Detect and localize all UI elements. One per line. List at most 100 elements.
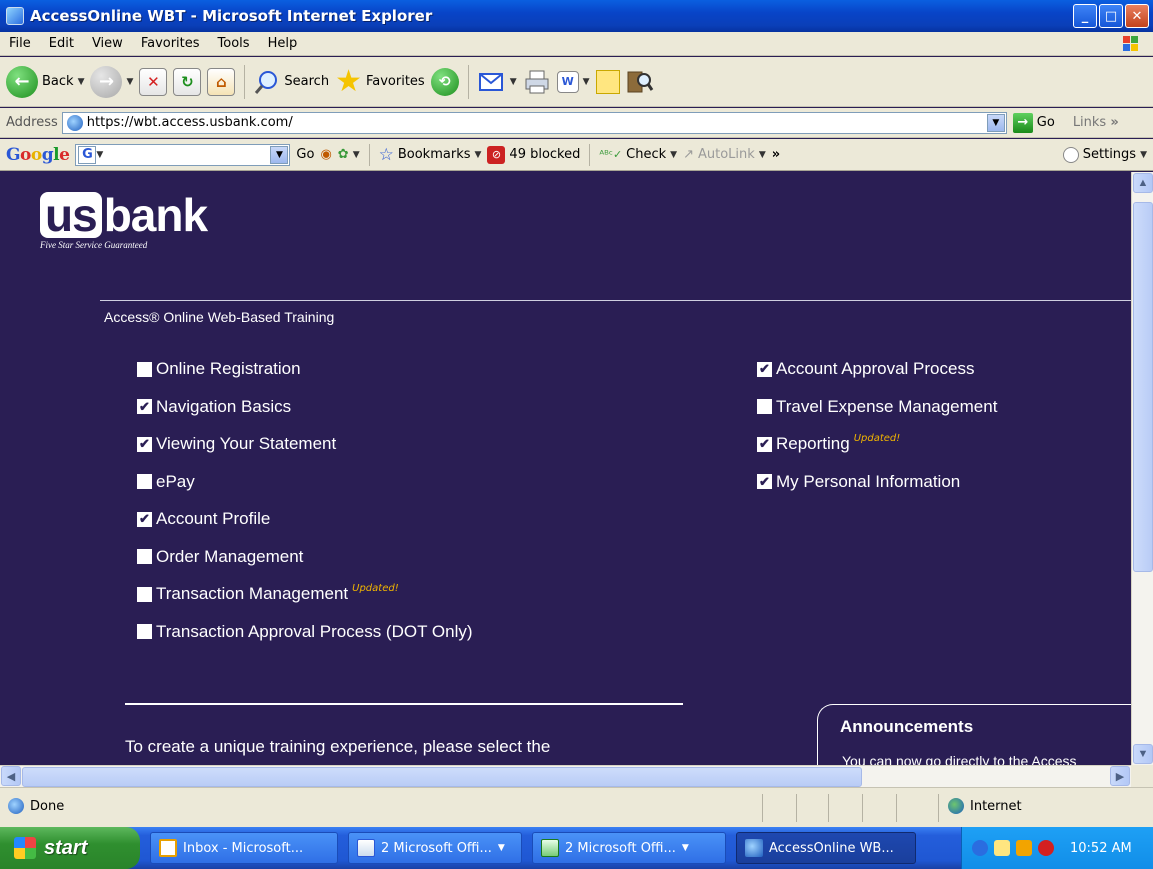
address-input[interactable]: https://wbt.access.usbank.com/ ▼ bbox=[61, 111, 1007, 134]
start-button[interactable]: start bbox=[0, 827, 140, 869]
module-item[interactable]: Order Management bbox=[137, 547, 303, 567]
module-item[interactable]: Online Registration bbox=[137, 359, 301, 379]
research-icon[interactable] bbox=[626, 68, 654, 96]
address-bar: Address https://wbt.access.usbank.com/ ▼… bbox=[0, 108, 1153, 138]
ie-page-icon bbox=[66, 114, 83, 131]
autolink-button[interactable]: ↗ AutoLink ▼ bbox=[683, 147, 766, 162]
tray-reminder-icon[interactable] bbox=[1016, 840, 1032, 856]
task-label: 2 Microsoft Offi... bbox=[381, 840, 492, 856]
checkbox-unchecked[interactable] bbox=[137, 586, 152, 602]
module-item[interactable]: ✔ Navigation Basics bbox=[137, 397, 291, 417]
checkbox-checked[interactable]: ✔ bbox=[137, 399, 152, 414]
bookmarks-button[interactable]: ☆ Bookmarks ▼ bbox=[379, 145, 482, 165]
mail-button[interactable]: ▼ bbox=[478, 70, 517, 94]
window-title-bar[interactable]: AccessOnline WBT - Microsoft Internet Ex… bbox=[0, 0, 1153, 32]
security-zone[interactable]: Internet bbox=[948, 798, 1022, 814]
popup-options-button[interactable]: ✿ ▼ bbox=[338, 147, 360, 162]
taskbar-item-ie[interactable]: AccessOnline WB... bbox=[736, 832, 916, 864]
module-label[interactable]: My Personal Information bbox=[776, 472, 960, 492]
checkbox-unchecked[interactable] bbox=[137, 549, 152, 564]
checkbox-checked[interactable]: ✔ bbox=[757, 361, 772, 377]
module-item[interactable]: Transaction Approval Process (DOT Only) bbox=[137, 622, 473, 642]
settings-button[interactable]: Settings ▼ bbox=[1062, 146, 1147, 163]
menu-file[interactable]: File bbox=[0, 36, 40, 51]
tray-mail-icon[interactable] bbox=[994, 840, 1010, 856]
chevron-right-icon[interactable]: » bbox=[772, 147, 780, 162]
checkbox-checked[interactable]: ✔ bbox=[137, 436, 152, 452]
module-label[interactable]: Reporting bbox=[776, 434, 850, 454]
print-icon[interactable] bbox=[523, 68, 551, 96]
checkbox-checked[interactable]: ✔ bbox=[757, 436, 772, 452]
module-label[interactable]: Navigation Basics bbox=[156, 397, 291, 417]
chevron-down-icon[interactable]: ▼ bbox=[986, 113, 1005, 132]
module-label[interactable]: Order Management bbox=[156, 547, 303, 567]
checkbox-checked[interactable]: ✔ bbox=[137, 511, 152, 527]
spellcheck-button[interactable]: ᴬᴮᶜ✓ Check ▼ bbox=[599, 147, 677, 162]
module-label[interactable]: Transaction Approval Process (DOT Only) bbox=[156, 622, 473, 642]
scroll-down-arrow-icon[interactable]: ▼ bbox=[1133, 744, 1153, 764]
menu-favorites[interactable]: Favorites bbox=[132, 36, 209, 51]
scroll-left-arrow-icon[interactable]: ◀ bbox=[1, 766, 21, 786]
module-label[interactable]: Transaction Management bbox=[156, 584, 348, 604]
chevron-down-icon[interactable]: ▼ bbox=[270, 145, 289, 164]
news-icon[interactable]: ◉ bbox=[320, 147, 331, 162]
google-search-input[interactable]: G ▼ ▼ bbox=[75, 143, 291, 166]
links-button[interactable]: Links » bbox=[1073, 115, 1119, 130]
edit-button[interactable]: W ▼ bbox=[556, 70, 590, 93]
menu-help[interactable]: Help bbox=[259, 36, 307, 51]
module-item[interactable]: ✔ Account Approval Process bbox=[757, 359, 974, 379]
tray-expand-icon[interactable] bbox=[972, 840, 988, 856]
google-go-button[interactable]: Go bbox=[296, 147, 314, 162]
scroll-right-arrow-icon[interactable]: ▶ bbox=[1110, 766, 1130, 786]
checkbox-unchecked[interactable] bbox=[137, 474, 152, 489]
checkbox-unchecked[interactable] bbox=[137, 361, 152, 377]
module-label[interactable]: Account Profile bbox=[156, 509, 270, 529]
favorites-button[interactable]: ★ Favorites bbox=[335, 66, 425, 97]
module-item[interactable]: Transaction Management Updated! bbox=[137, 583, 399, 604]
back-button[interactable]: ← Back ▼ bbox=[6, 65, 84, 98]
taskbar-item-outlook[interactable]: Inbox - Microsoft... bbox=[150, 832, 338, 864]
taskbar: start Inbox - Microsoft... 2 Microsoft O… bbox=[0, 827, 1153, 869]
home-icon[interactable]: ⌂ bbox=[207, 67, 236, 96]
vertical-scrollbar[interactable]: ▲ ▼ bbox=[1131, 172, 1153, 765]
menu-view[interactable]: View bbox=[83, 36, 132, 51]
go-button[interactable]: → Go bbox=[1012, 112, 1055, 133]
module-item[interactable]: ✔ Viewing Your Statement bbox=[137, 434, 336, 454]
taskbar-item-word[interactable]: 2 Microsoft Offi... ▼ bbox=[348, 832, 522, 864]
module-item[interactable]: ✔ Reporting Updated! bbox=[757, 433, 900, 454]
tray-alert-icon[interactable] bbox=[1038, 840, 1054, 856]
module-item[interactable]: ✔ Account Profile bbox=[137, 509, 270, 529]
checkbox-checked[interactable]: ✔ bbox=[757, 474, 772, 489]
note-icon[interactable] bbox=[595, 69, 620, 94]
module-label[interactable]: ePay bbox=[156, 472, 195, 492]
module-label[interactable]: Account Approval Process bbox=[776, 359, 974, 379]
stop-icon[interactable]: ✕ bbox=[139, 67, 168, 96]
menu-tools[interactable]: Tools bbox=[209, 36, 259, 51]
horizontal-scroll-thumb[interactable] bbox=[22, 767, 862, 787]
chevron-down-icon: ▼ bbox=[474, 149, 482, 160]
scroll-up-arrow-icon[interactable]: ▲ bbox=[1133, 173, 1153, 193]
module-label[interactable]: Travel Expense Management bbox=[776, 397, 997, 417]
search-button[interactable]: Search bbox=[254, 69, 329, 95]
close-button[interactable]: ✕ bbox=[1125, 4, 1149, 28]
module-item[interactable]: ePay bbox=[137, 472, 195, 492]
forward-button[interactable]: → ▼ bbox=[90, 65, 134, 98]
checkbox-unchecked[interactable] bbox=[757, 399, 772, 414]
module-label[interactable]: Online Registration bbox=[156, 359, 301, 379]
module-label[interactable]: Viewing Your Statement bbox=[156, 434, 336, 454]
popup-blocker-button[interactable]: ⊘ 49 blocked bbox=[487, 145, 580, 164]
minimize-button[interactable]: _ bbox=[1073, 4, 1097, 28]
history-icon[interactable]: ⟲ bbox=[430, 67, 459, 96]
taskbar-item-excel[interactable]: 2 Microsoft Offi... ▼ bbox=[532, 832, 726, 864]
chevron-down-icon: ▼ bbox=[126, 76, 134, 87]
horizontal-scrollbar[interactable]: ◀ ▶ bbox=[0, 765, 1131, 787]
vertical-scroll-thumb[interactable] bbox=[1133, 202, 1153, 572]
address-url: https://wbt.access.usbank.com/ bbox=[86, 115, 293, 130]
menu-edit[interactable]: Edit bbox=[40, 36, 83, 51]
checkbox-unchecked[interactable] bbox=[137, 624, 152, 639]
restore-button[interactable]: □ bbox=[1099, 4, 1123, 28]
module-item[interactable]: Travel Expense Management bbox=[757, 397, 997, 417]
windows-logo-icon bbox=[1123, 36, 1138, 51]
refresh-icon[interactable]: ↻ bbox=[173, 67, 202, 96]
module-item[interactable]: ✔ My Personal Information bbox=[757, 472, 960, 492]
